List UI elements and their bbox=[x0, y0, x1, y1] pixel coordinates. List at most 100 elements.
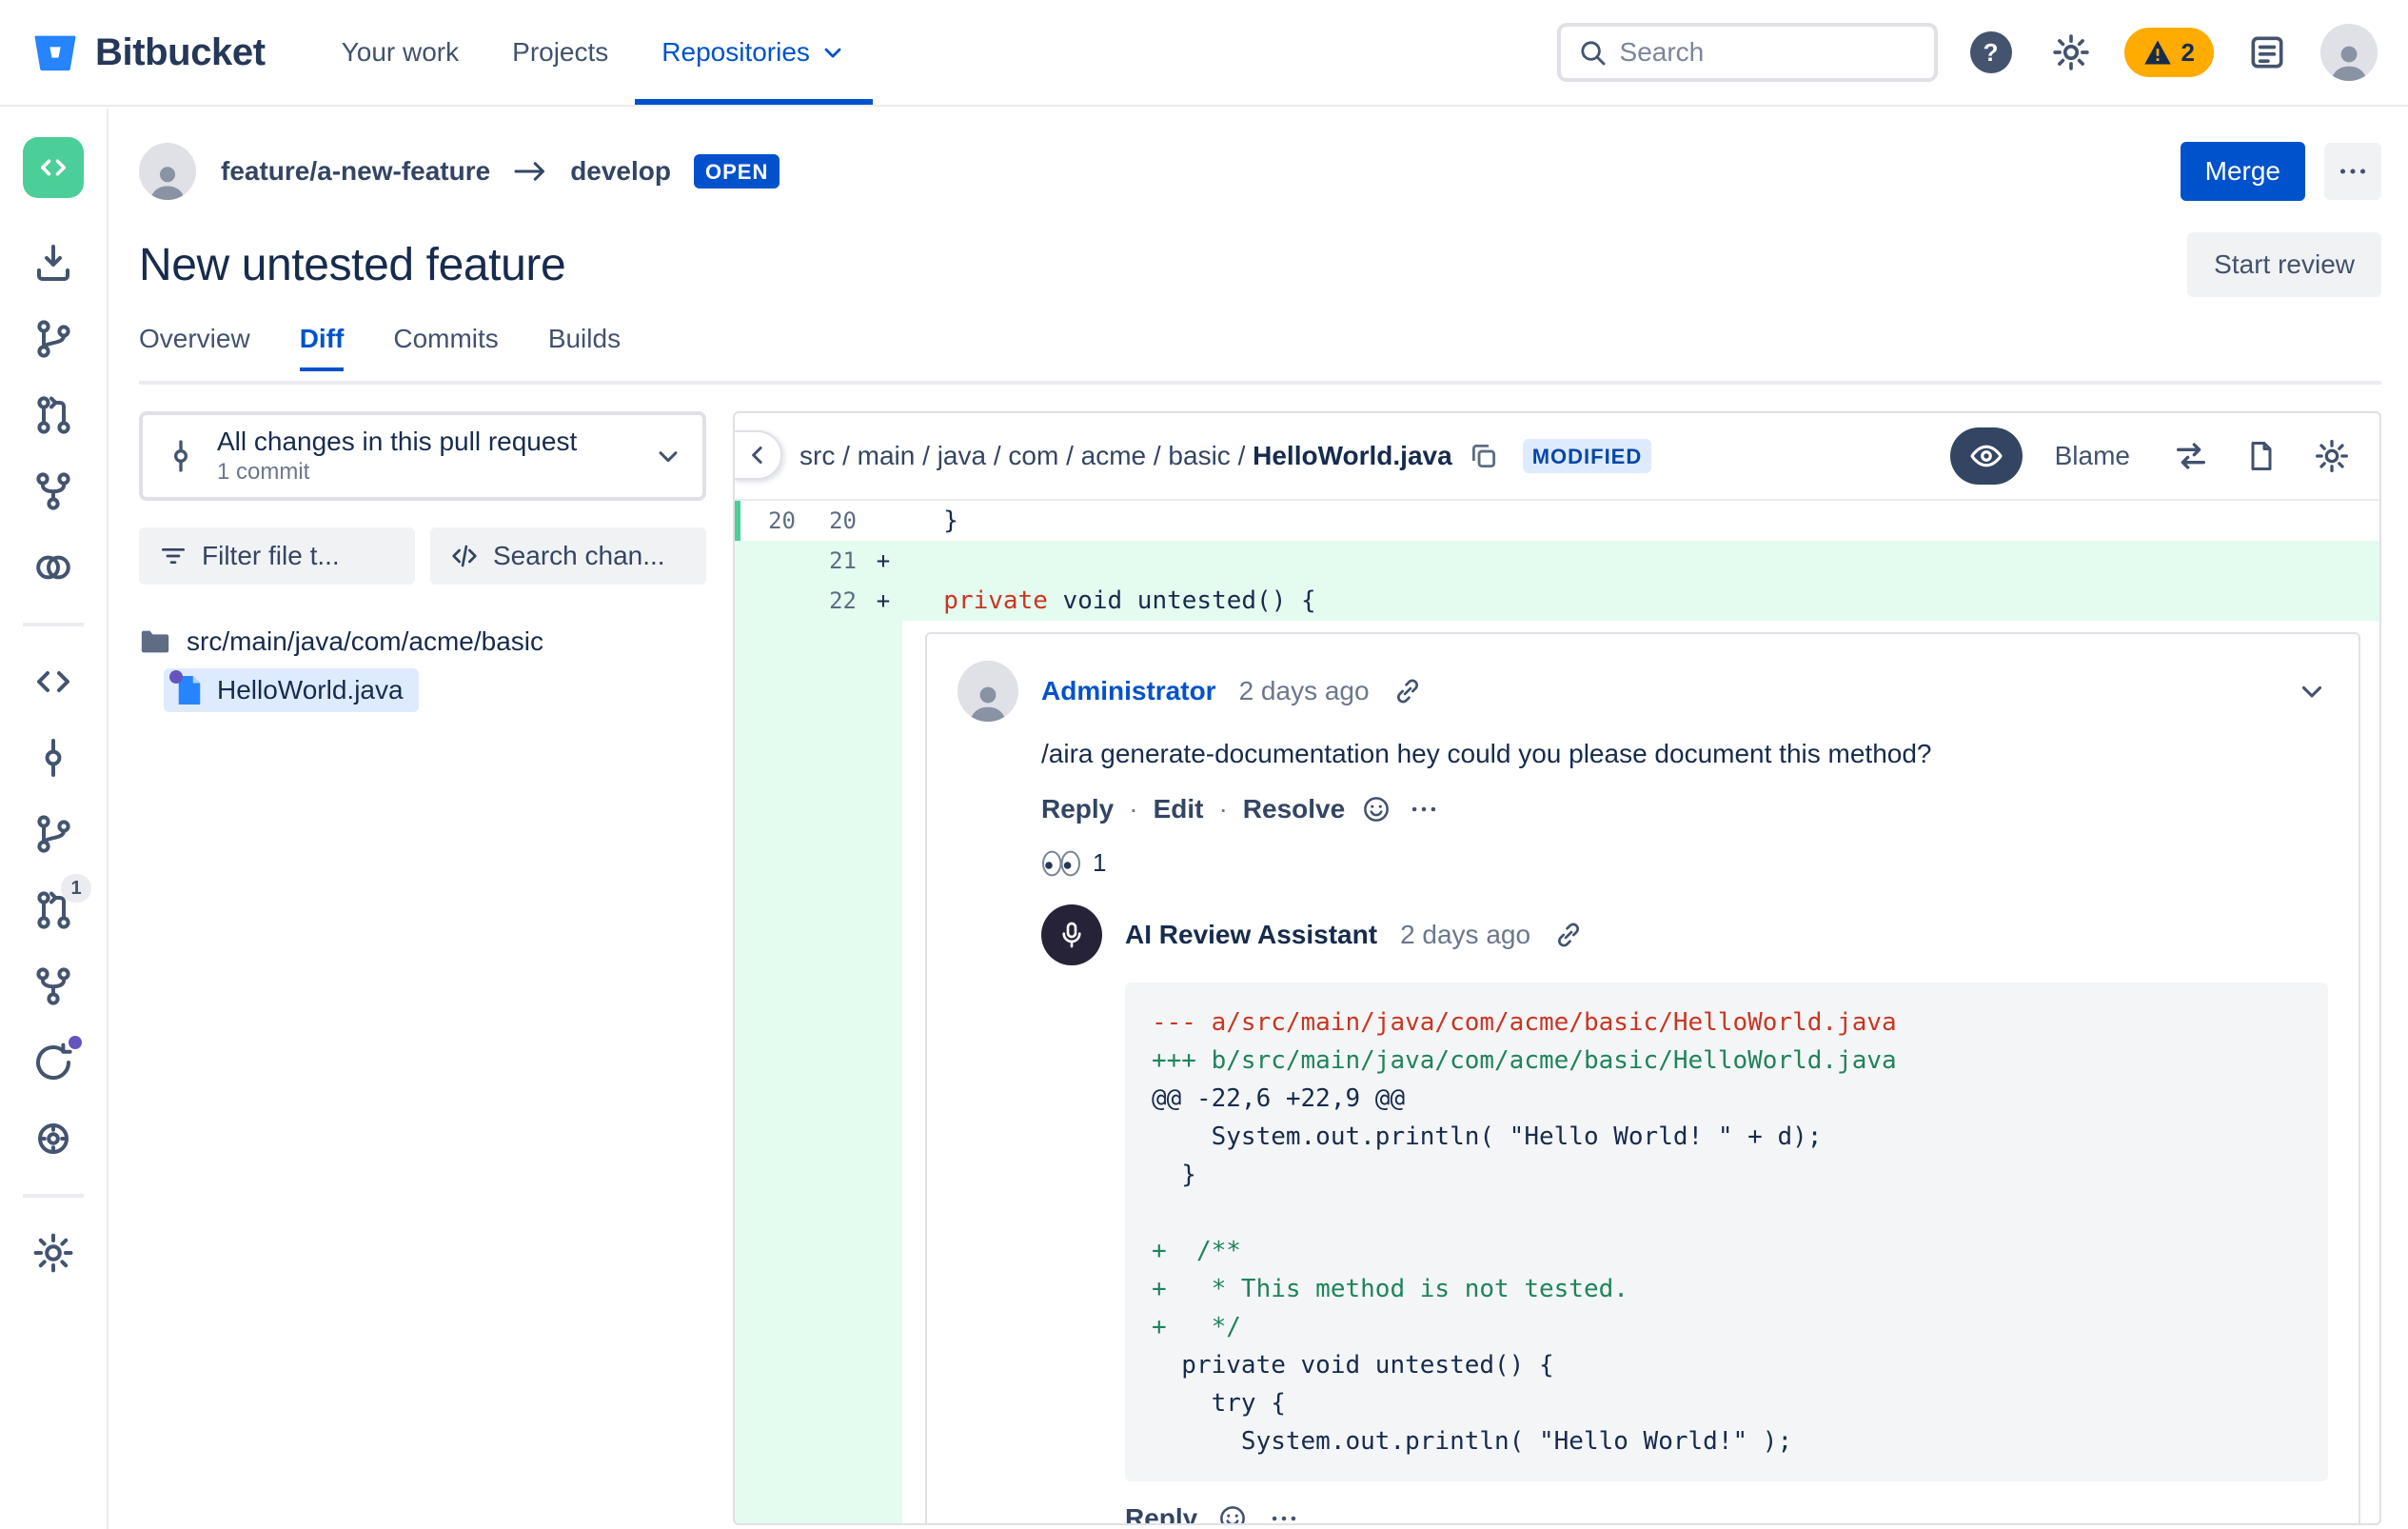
tab-commits[interactable]: Commits bbox=[393, 324, 498, 371]
edit-action[interactable]: Edit bbox=[1154, 794, 1204, 824]
create-pull-request-icon[interactable] bbox=[30, 392, 76, 438]
blame-button[interactable]: Blame bbox=[2036, 429, 2149, 483]
collapse-panel-button[interactable] bbox=[735, 430, 782, 480]
snippet-line: } bbox=[1152, 1161, 1196, 1190]
comment-more-icon[interactable] bbox=[1408, 793, 1440, 825]
permalink-icon[interactable] bbox=[1553, 920, 1584, 950]
primary-nav: Your work Projects Repositories bbox=[315, 0, 873, 105]
eyes-reaction-chip[interactable]: 1 bbox=[1041, 848, 2328, 878]
left-panel-buttons: Filter file t... Search chan... bbox=[139, 527, 706, 585]
diff-toolbar: Blame bbox=[1949, 427, 2360, 485]
file-name: HelloWorld.java bbox=[217, 675, 404, 705]
nav-repositories[interactable]: Repositories bbox=[635, 0, 873, 105]
pipeline-runs-icon[interactable] bbox=[30, 1036, 82, 1085]
commits-icon[interactable] bbox=[30, 735, 76, 781]
tree-folder[interactable]: src/main/java/com/acme/basic bbox=[139, 626, 706, 657]
clone-icon[interactable] bbox=[30, 240, 76, 286]
bitbucket-home-link[interactable]: Bitbucket bbox=[30, 0, 266, 105]
permalink-icon[interactable] bbox=[1392, 676, 1423, 706]
copy-path-icon[interactable] bbox=[1468, 440, 1500, 472]
separator: · bbox=[1218, 794, 1228, 824]
file-path: src / main / java / com / acme / basic /… bbox=[799, 441, 1452, 470]
comment-actions: Reply · Edit · Resolve bbox=[1041, 793, 2328, 825]
forks-icon[interactable] bbox=[30, 963, 76, 1009]
target-branch[interactable]: develop bbox=[570, 156, 671, 187]
gear-icon bbox=[2050, 31, 2092, 73]
nav-projects[interactable]: Projects bbox=[485, 0, 635, 105]
tab-diff[interactable]: Diff bbox=[299, 324, 345, 371]
chevron-down-icon bbox=[653, 441, 683, 471]
nested-reply-row: Reply bbox=[1125, 1502, 2328, 1523]
file-contents-icon[interactable] bbox=[2233, 427, 2290, 485]
snippet-line: --- a/src/main/java/com/acme/basic/Hello… bbox=[1152, 1008, 1897, 1038]
reply-action[interactable]: Reply bbox=[1041, 794, 1114, 824]
reaction-count: 1 bbox=[1093, 848, 1107, 878]
nav-your-work[interactable]: Your work bbox=[315, 0, 485, 105]
pull-requests-count-badge: 1 bbox=[61, 874, 91, 903]
start-review-button[interactable]: Start review bbox=[2187, 232, 2381, 297]
diff-line-added[interactable]: 22 + private void untested() { bbox=[735, 581, 2379, 621]
snippet-line bbox=[1152, 1194, 2301, 1232]
inline-comment-thread: Administrator 2 days ago /aira generate-… bbox=[925, 632, 2360, 1523]
comment-author[interactable]: AI Review Assistant bbox=[1125, 920, 1377, 950]
feedback-button[interactable] bbox=[2240, 26, 2294, 79]
add-reaction-icon[interactable] bbox=[1360, 793, 1392, 825]
diff-comment-region: Administrator 2 days ago /aira generate-… bbox=[735, 621, 2379, 1523]
branches-icon[interactable] bbox=[30, 811, 76, 857]
comment-author[interactable]: Administrator bbox=[1041, 676, 1216, 706]
pull-requests-icon[interactable]: 1 bbox=[30, 874, 91, 933]
diff-settings-gear-icon[interactable] bbox=[2303, 427, 2360, 485]
settings-button[interactable] bbox=[2044, 26, 2098, 79]
tab-overview[interactable]: Overview bbox=[139, 324, 250, 371]
add-reaction-icon[interactable] bbox=[1216, 1502, 1249, 1523]
watch-file-button[interactable] bbox=[1949, 427, 2023, 485]
pipelines-icon[interactable] bbox=[30, 545, 76, 590]
snippet-line: System.out.println( "Hello World! " + d)… bbox=[1152, 1122, 1823, 1152]
brand-name: Bitbucket bbox=[95, 30, 266, 73]
source-icon[interactable] bbox=[30, 659, 76, 705]
branch-flow: feature/a-new-feature develop OPEN bbox=[221, 154, 780, 189]
file-path-name: HelloWorld.java bbox=[1253, 441, 1452, 470]
ai-assistant-avatar[interactable] bbox=[1041, 904, 1102, 966]
merge-button[interactable]: Merge bbox=[2180, 142, 2305, 201]
snippet-line: System.out.println( "Hello World!" ); bbox=[1152, 1427, 1793, 1457]
help-icon: ? bbox=[1969, 31, 2012, 73]
resolve-action[interactable]: Resolve bbox=[1243, 794, 1345, 824]
diff-view-switch-icon[interactable] bbox=[2162, 427, 2220, 485]
deployments-icon[interactable] bbox=[30, 1116, 76, 1162]
old-line-number: 20 bbox=[768, 507, 796, 534]
more-options-button[interactable] bbox=[2324, 143, 2381, 200]
user-avatar[interactable] bbox=[2320, 24, 2378, 81]
tree-file-selected[interactable]: HelloWorld.java bbox=[164, 668, 419, 712]
warnings-badge[interactable]: 2 bbox=[2123, 28, 2214, 77]
eyes-emoji-icon bbox=[1041, 850, 1081, 877]
changes-scope-dropdown[interactable]: All changes in this pull request 1 commi… bbox=[139, 411, 706, 501]
tab-builds[interactable]: Builds bbox=[548, 324, 621, 371]
navbar-right: ? 2 bbox=[1556, 0, 2378, 105]
comment-more-icon[interactable] bbox=[1268, 1502, 1300, 1523]
comment-timestamp: 2 days ago bbox=[1238, 676, 1370, 705]
fork-icon[interactable] bbox=[30, 468, 76, 514]
diff-line-added[interactable]: 21 + bbox=[735, 541, 2379, 581]
filter-files-button[interactable]: Filter file t... bbox=[139, 527, 415, 585]
source-branch[interactable]: feature/a-new-feature bbox=[221, 156, 490, 187]
pr-author-avatar[interactable] bbox=[139, 143, 196, 200]
pr-header-actions: Merge bbox=[2180, 142, 2381, 201]
create-branch-icon[interactable] bbox=[30, 316, 76, 362]
new-line-number: 22 bbox=[829, 587, 857, 614]
diff-left-panel: All changes in this pull request 1 commi… bbox=[139, 411, 706, 714]
diff-line[interactable]: 20 20 } bbox=[735, 501, 2379, 541]
comment-header: AI Review Assistant 2 days ago bbox=[1041, 904, 2328, 966]
commenter-avatar[interactable] bbox=[957, 661, 1018, 722]
help-button[interactable]: ? bbox=[1964, 26, 2018, 79]
search-input[interactable] bbox=[1619, 37, 1964, 68]
global-search[interactable] bbox=[1556, 23, 1964, 82]
file-tree: src/main/java/com/acme/basic HelloWorld.… bbox=[139, 626, 706, 714]
scope-subtitle: 1 commit bbox=[217, 459, 310, 485]
repo-avatar[interactable] bbox=[23, 137, 84, 198]
repo-settings-gear-icon[interactable] bbox=[30, 1230, 76, 1276]
separator: · bbox=[1129, 794, 1138, 824]
collapse-comment-chevron-icon[interactable] bbox=[2296, 675, 2328, 707]
search-changes-button[interactable]: Search chan... bbox=[430, 527, 706, 585]
reply-action[interactable]: Reply bbox=[1125, 1503, 1197, 1523]
